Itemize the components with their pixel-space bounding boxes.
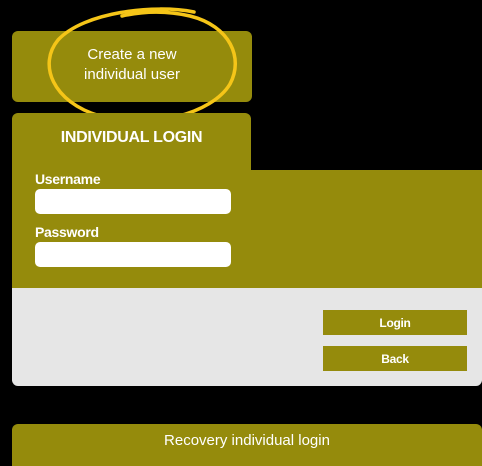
- create-new-user-button[interactable]: Create a new individual user: [12, 31, 252, 102]
- recovery-login-button[interactable]: Recovery individual login: [12, 424, 482, 466]
- username-label: Username: [35, 171, 101, 187]
- password-label: Password: [35, 224, 99, 240]
- create-new-user-line1: Create a new: [87, 45, 177, 63]
- create-new-user-line2: individual user: [84, 65, 180, 83]
- login-actions-area: Login Back: [12, 288, 482, 386]
- individual-login-panel: INDIVIDUAL LOGIN Username Password Login…: [12, 113, 482, 386]
- username-input[interactable]: [35, 189, 231, 214]
- back-button[interactable]: Back: [323, 346, 467, 371]
- login-button[interactable]: Login: [323, 310, 467, 335]
- login-title: INDIVIDUAL LOGIN: [60, 129, 203, 146]
- password-input[interactable]: [35, 242, 231, 267]
